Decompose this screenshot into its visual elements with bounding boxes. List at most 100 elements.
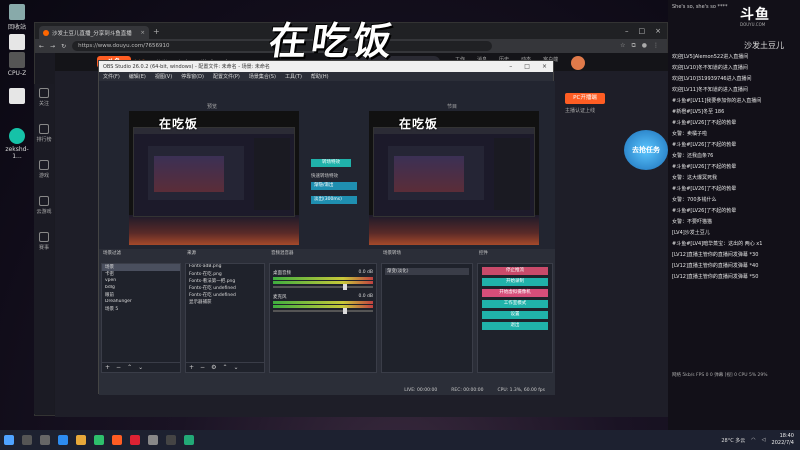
new-tab-icon[interactable]: + [153,27,160,36]
preview-canvas[interactable]: 在吃饭 [129,111,299,245]
transition-button[interactable]: 转场特效 [311,159,351,167]
start-icon[interactable] [4,435,14,445]
menu-profile[interactable]: 配置文件(P) [213,73,240,80]
scene-item[interactable]: 卡密 [102,271,180,278]
exit-button[interactable]: 退出 [482,322,548,330]
reload-icon[interactable]: ↻ [61,43,66,50]
back-icon[interactable]: ← [39,43,44,50]
desktop-icon-file[interactable] [2,34,32,52]
scene-item[interactable]: 眼前 [102,292,180,299]
desktop-icon-app[interactable]: zekshd-1... [2,128,32,160]
app-icon[interactable] [130,435,140,445]
task-view-icon[interactable] [40,435,50,445]
move-down-icon[interactable]: ⌄ [233,364,238,371]
source-item[interactable]: 显示器捕获 [186,299,264,306]
search-icon[interactable] [22,435,32,445]
explorer-icon[interactable] [76,435,86,445]
desktop: 回收站 CPU-Z zekshd-1... 沙发土豆儿直播_分享到斗鱼直播 × … [0,0,800,450]
remove-icon[interactable]: − [200,364,205,371]
close-tab-icon[interactable]: × [140,30,145,36]
douyu-icon[interactable] [112,435,122,445]
wechat-icon[interactable] [94,435,104,445]
volume-icon[interactable]: ◁ [762,437,766,443]
preview-label: 预览 [207,104,218,110]
star-icon[interactable]: ☆ [620,42,625,50]
add-icon[interactable]: + [189,364,194,371]
browser-tab[interactable]: 沙发土豆儿直播_分享到斗鱼直播 × [39,26,149,39]
volume-slider[interactable] [273,284,373,290]
user-avatar[interactable] [571,56,585,70]
chat-message: [LV12]直播主管你的直播间发弹幕 *50 [672,274,759,280]
menu-edit[interactable]: 编辑(E) [129,73,146,80]
scene-item[interactable]: bdlg [102,285,180,292]
scene-item[interactable]: Dreahunger [102,299,180,306]
menu-icon[interactable]: ⋮ [653,42,659,50]
gamepad-icon [39,160,49,170]
edge-icon[interactable] [58,435,68,445]
scene-item[interactable]: 场景 5 [102,306,180,313]
profile-icon[interactable]: ● [642,42,647,50]
menu-help[interactable]: 帮助(H) [311,73,329,80]
volume-slider[interactable] [273,308,373,314]
live-status: LIVE: 00:00:00 [404,388,438,393]
desktop-icon-cpuz[interactable]: CPU-Z [2,52,32,77]
chat-header: She's so, she's so **** 斗鱼 DOUYU.COM [668,0,800,36]
network-icon[interactable]: ◠ [751,437,755,443]
close-window-icon[interactable]: × [655,27,661,35]
studio-mode-button[interactable]: 工作室模式 [482,300,548,308]
app-icon[interactable] [184,435,194,445]
extensions-icon[interactable]: ⧉ [631,42,635,50]
menu-docks[interactable]: 停靠窗(D) [181,73,204,80]
desktop-icon-recycle-bin[interactable]: 回收站 [2,4,32,31]
remove-icon[interactable]: − [116,364,121,371]
transition-option-2[interactable]: 淡出(300ms) [311,196,357,204]
move-up-icon[interactable]: ⌃ [222,364,227,371]
start-recording-button[interactable]: 开始录制 [482,278,548,286]
maximize-icon[interactable]: □ [524,63,530,70]
scene-item[interactable]: 场景 [102,264,180,271]
menu-scene-collection[interactable]: 场景集合(S) [249,73,276,80]
steam-icon[interactable] [148,435,158,445]
desktop-icon-file2[interactable] [2,88,32,106]
maximize-icon[interactable]: □ [639,27,646,35]
close-window-icon[interactable]: × [542,63,547,70]
minimize-icon[interactable]: – [625,27,629,35]
scene-item[interactable]: vpen [102,278,180,285]
left-nav-cloudgame[interactable]: 云游戏 [34,192,54,228]
move-down-icon[interactable]: ⌄ [138,364,143,371]
left-nav-rank[interactable]: 排行榜 [34,120,54,156]
clock[interactable]: 18:40 2022/7/4 [772,433,794,447]
left-nav-esports[interactable]: 赛事 [34,228,54,264]
source-item[interactable]: Fonts-在吃 undefined [186,292,264,299]
left-nav-game[interactable]: 游戏 [34,156,54,192]
source-item[interactable]: Fonts-在吃 undefined [186,285,264,292]
source-item[interactable]: Fonts-看法第一把.png [186,278,264,285]
transition-select[interactable]: 渐变(淡化) [385,268,469,275]
gear-icon[interactable]: ⚙ [211,364,216,371]
source-item[interactable]: Fonts-adB.png [186,264,264,271]
chat-message-list: 欢迎[LV5]Alemon522进入直播间 欢迎[LV10]冬不知道的进入直播间… [672,52,798,283]
obs-icon[interactable] [166,435,176,445]
stop-streaming-button[interactable]: 停止推流 [482,267,548,275]
forward-icon[interactable]: → [50,43,55,50]
minimize-icon[interactable]: – [509,63,512,70]
add-icon[interactable]: + [105,364,110,371]
chat-message: 欢迎[LV10]冬不知道的进入直播间 [672,65,748,71]
source-item[interactable]: Fonts-在吃.png [186,271,264,278]
chat-message: #斗鱼#[LV26]了不起的勃晕 [672,186,737,192]
program-canvas[interactable]: 在吃饭 [369,111,539,245]
weather-text[interactable]: 28°C 多云 [721,437,745,444]
move-up-icon[interactable]: ⌃ [127,364,132,371]
streamer-name: 沙发土豆儿 [744,41,784,50]
virtual-camera-button[interactable]: 开始虚拟摄像机 [482,289,548,297]
quick-transition-label: 快速转场特效 [311,174,338,179]
left-nav-follow[interactable]: 关注 [34,84,54,120]
menu-tools[interactable]: 工具(T) [285,73,302,80]
pc-stream-button[interactable]: PC开播端 [565,93,605,104]
settings-button[interactable]: 设置 [482,311,548,319]
transition-option-1[interactable]: 渐隐/渐出 [311,182,357,190]
dock-title-mixer: 音频混音器 [271,251,294,256]
menu-file[interactable]: 文件(F) [103,73,120,80]
task-gift-bubble[interactable]: 去抢任务 [624,130,668,170]
menu-view[interactable]: 视图(V) [155,73,172,80]
